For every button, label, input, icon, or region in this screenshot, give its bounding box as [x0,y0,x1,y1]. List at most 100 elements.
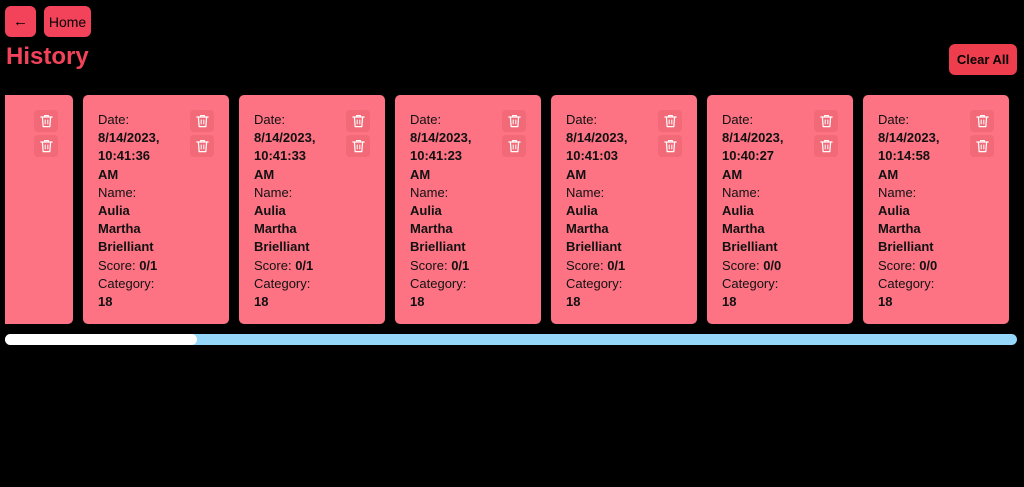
delete-button[interactable] [346,135,370,157]
category-value: 18 [878,294,893,310]
name-value-line: Martha [410,221,453,237]
name-label: Name: [98,184,137,200]
arrow-left-icon: ← [13,13,28,30]
name-value-line: Aulia [410,203,442,219]
score-value: 0/1 [451,257,470,273]
date-label: Date: [98,112,130,127]
name-label: Name: [878,184,917,200]
date-value-line: AM [566,166,587,182]
delete-button[interactable] [190,135,214,157]
category-value: 18 [566,294,581,310]
date-value-line: AM [98,166,119,182]
trash-icon [975,114,989,128]
trash-icon [819,114,833,128]
trash-icon [351,139,365,153]
name-value-line: Aulia [98,203,130,219]
history-card-details: Date: 8/14/2023, 10:14:58 AM Name: Aulia… [878,111,966,311]
name-value-line: Brielliant [722,239,778,255]
delete-button[interactable] [34,110,58,132]
clear-all-button[interactable]: Clear All [949,44,1017,75]
delete-button[interactable] [502,110,526,132]
name-label: Name: [566,184,605,200]
score-value: 0/0 [763,257,782,273]
score-value: 0/1 [295,257,314,273]
delete-button[interactable] [346,110,370,132]
category-label: Category: [5,166,30,184]
date-value-line: AM [254,166,275,182]
name-label: Name: [410,184,449,200]
date-value-line: AM [878,166,899,182]
trash-icon [351,114,365,128]
delete-button[interactable] [658,135,682,157]
score-label: Score: [722,257,760,273]
delete-button[interactable] [814,135,838,157]
history-card-details: Date: 8/14/2023, 10:41:33 AM Name: Aulia… [254,111,342,311]
date-value-line: 10:41:23 [410,148,463,164]
trash-icon [39,139,53,153]
score-value: 0/1 [607,257,626,273]
name-value-line: Brielliant [878,239,934,255]
trash-icon [663,139,677,153]
name-value-line: Martha [878,221,921,237]
delete-button[interactable] [814,110,838,132]
category-value: 18 [722,294,737,310]
score-label: Score: [566,257,604,273]
history-card: Date: 8/14/2023, 10:41:36 AM Name: Aulia… [83,95,229,324]
back-button[interactable]: ← [5,6,36,37]
category-label: Category: [254,275,311,291]
history-card: Date: 8/14/2023, 10:14:58 AM Name: Aulia… [863,95,1009,324]
date-value-line: AM [410,166,431,182]
delete-button[interactable] [502,135,526,157]
name-value-line: Brielliant [254,239,310,255]
date-label: Date: [410,112,442,127]
delete-button[interactable] [970,135,994,157]
name-value-line: Aulia [722,203,754,219]
score-label: Score: [878,257,916,273]
date-label: Date: [878,112,910,127]
history-card-details: Date: 8/14/2023, 10:40:27 AM Name: Aulia… [722,111,810,311]
page-title: History [6,43,89,70]
category-label: Category: [98,275,155,291]
home-button[interactable]: Home [44,6,91,37]
trash-icon [663,114,677,128]
delete-button[interactable] [190,110,214,132]
name-label: Name: [5,129,30,147]
score-row: Score: [5,147,30,165]
date-value-line: 8/14/2023, [566,130,628,146]
date-label: Date: [566,112,598,127]
score-row: Score: 0/0 [722,257,810,275]
history-card: Date: 8/14/2023, 10:41:03 AM Name: Aulia… [551,95,697,324]
score-label: Score: [98,257,136,273]
trash-icon [39,114,53,128]
category-label: Category: [722,275,779,291]
category-value: 18 [254,294,269,310]
name-value-line: Martha [254,221,297,237]
name-value-line: Martha [722,221,765,237]
horizontal-scrollbar[interactable] [5,334,1017,345]
history-card-details: Date: Name: Score: Category: [5,111,30,184]
date-value-line: 10:41:36 [98,148,151,164]
name-label: Name: [722,184,761,200]
name-value-line: Aulia [566,203,598,219]
date-value-line: 10:41:03 [566,148,619,164]
scrollbar-thumb[interactable] [5,334,197,345]
trash-icon [819,139,833,153]
category-label: Category: [878,275,935,291]
name-label: Name: [254,184,293,200]
trash-icon [975,139,989,153]
name-value-line: Aulia [878,203,910,219]
date-value-line: 10:41:33 [254,148,307,164]
history-card-details: Date: 8/14/2023, 10:41:23 AM Name: Aulia… [410,111,498,311]
score-value: 0/0 [919,257,938,273]
score-value: 0/1 [139,257,158,273]
delete-button[interactable] [658,110,682,132]
date-label: Date: [254,112,286,127]
category-value: 18 [410,294,425,310]
delete-button[interactable] [34,135,58,157]
history-carousel[interactable]: Date: Name: Score: Category: [5,95,1017,326]
delete-button[interactable] [970,110,994,132]
category-label: Category: [566,275,623,291]
history-card-details: Date: 8/14/2023, 10:41:36 AM Name: Aulia… [98,111,186,311]
score-label: Score: [410,257,448,273]
category-value: 18 [98,294,113,310]
